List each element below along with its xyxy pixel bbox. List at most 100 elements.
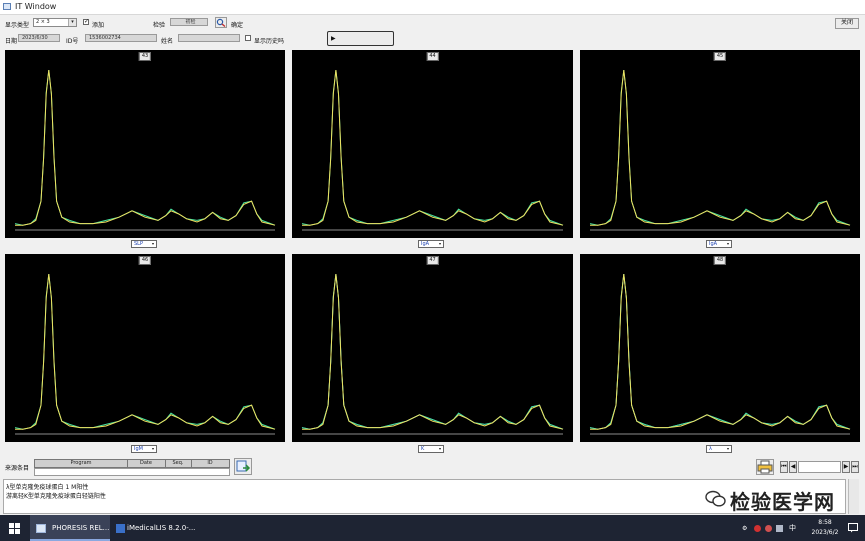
panel-type-select[interactable]: SLP ▾ (131, 240, 157, 248)
name-label: 姓名 (161, 38, 174, 45)
window-icon (3, 3, 11, 10)
printer-icon (757, 460, 773, 474)
search-label: 检验 (153, 22, 166, 29)
panel-number: 43 (138, 52, 152, 61)
tray-time[interactable]: 8:58 (810, 519, 840, 526)
last-page-button[interactable]: ⏭ (851, 461, 859, 473)
play-icon: ▶ (331, 35, 336, 42)
electrophoresis-panel[interactable]: 44 (292, 50, 573, 238)
imedical-icon (116, 524, 125, 533)
tray-date[interactable]: 2023/6/2 (806, 529, 844, 536)
export-button[interactable] (234, 458, 252, 475)
results-label: 来源条目 (5, 465, 30, 472)
trace-line-yellow (590, 273, 851, 430)
date-field[interactable]: 2023/6/30 (18, 34, 60, 42)
panel-number: 48 (713, 256, 727, 265)
electrophoresis-panel[interactable]: 46 (5, 254, 285, 442)
notification-icon[interactable] (848, 523, 858, 533)
panel-number: 44 (426, 52, 439, 61)
panel-number: 46 (138, 256, 152, 265)
panel-type-value: IgA (421, 241, 430, 247)
results-grid-body[interactable] (34, 468, 230, 476)
electrophoresis-panel[interactable]: 48 (580, 254, 860, 442)
trace-plot (301, 69, 564, 231)
trace-plot (14, 69, 276, 231)
trace-plot (589, 273, 851, 435)
panel-type-select[interactable]: IgA ▾ (418, 240, 444, 248)
tray-lang-indicator[interactable]: 中 (789, 523, 796, 533)
page-track[interactable] (798, 461, 841, 473)
print-button[interactable] (756, 459, 774, 475)
panel-type-value: IgM (134, 446, 143, 452)
title-bar: IT Window (0, 0, 865, 15)
next-page-button[interactable]: ▶ (842, 461, 850, 473)
chevron-down-icon: ▾ (438, 241, 441, 246)
panel-type-select[interactable]: λ ▾ (706, 445, 732, 453)
trace-line-yellow (302, 69, 564, 226)
trace-plot (301, 273, 564, 435)
tray-app-icon-red-2[interactable] (765, 525, 772, 532)
window-title: IT Window (15, 2, 57, 11)
search-field[interactable]: 初检 (170, 18, 208, 26)
id-field[interactable]: 1536002734 (85, 34, 157, 42)
taskbar-item-label: iMedicalLIS 8.2.0-... (127, 524, 196, 532)
it-window: IT Window 显示类型 2 × 3 ▾ ✓ 添加 检验 初检 确定 关闭 … (0, 0, 865, 515)
date-label: 日期 (5, 38, 18, 45)
column-header-id[interactable]: ID (191, 460, 229, 467)
chevron-down-icon: ▾ (726, 241, 729, 246)
show-history-checkbox[interactable] (245, 35, 251, 41)
add-checkbox[interactable]: ✓ (83, 19, 89, 25)
windows-start-icon[interactable] (9, 523, 20, 534)
notes-scrollbar[interactable] (848, 479, 859, 514)
panel-type-select[interactable]: IgM ▾ (131, 445, 157, 453)
wechat-icon (705, 490, 726, 507)
panel-type-select[interactable]: K ▾ (418, 445, 444, 453)
trace-plot (14, 273, 276, 435)
search-button[interactable] (215, 17, 227, 28)
prev-page-button[interactable]: ◀ (789, 461, 797, 473)
electrophoresis-panel[interactable]: 47 (292, 254, 573, 442)
display-type-select[interactable]: 2 × 3 ▾ (33, 18, 77, 27)
taskbar-item-label: PHORESIS REL... (52, 524, 110, 532)
trace-line-yellow (590, 69, 851, 226)
chevron-down-icon: ▾ (438, 446, 441, 451)
display-type-label: 显示类型 (5, 22, 30, 29)
panel-number: 45 (713, 52, 727, 61)
name-field[interactable] (178, 34, 240, 42)
trace-line-yellow (302, 273, 564, 430)
play-button[interactable]: ▶ (327, 31, 394, 46)
electrophoresis-panel[interactable]: 45 (580, 50, 860, 238)
note-line-2: 游离轻K型单克隆免疫球蛋白轻链阳性 (6, 493, 106, 500)
column-header-date[interactable]: Date (127, 460, 166, 467)
trace-line-yellow (15, 273, 276, 430)
tray-network-icon[interactable]: ⚙ (742, 525, 747, 532)
panel-type-value: λ (709, 446, 712, 452)
column-header-program[interactable]: Program (35, 460, 128, 467)
display-type-value: 2 × 3 (36, 19, 50, 25)
chevron-down-icon: ▾ (151, 241, 154, 246)
trace-line-yellow (15, 69, 276, 226)
column-header-seq[interactable]: Seq. (165, 460, 192, 467)
watermark-text: 检验医学网 (730, 490, 835, 514)
first-page-button[interactable]: ⏮ (780, 461, 788, 473)
chevron-down-icon: ▾ (726, 446, 729, 451)
panel-number: 47 (426, 256, 439, 265)
tray-monitor-icon[interactable] (776, 525, 783, 532)
trace-plot (589, 69, 851, 231)
id-label: ID号 (66, 38, 79, 45)
taskbar-item-imedical[interactable]: iMedicalLIS 8.2.0-... (113, 515, 198, 541)
panel-type-value: K (421, 446, 425, 452)
note-line-1: λ型单克隆免疫球蛋白 1 M阳性 (6, 484, 89, 491)
magnifier-icon (216, 18, 226, 28)
panel-type-value: SLP (134, 241, 143, 247)
close-button[interactable]: 关闭 (835, 18, 859, 29)
add-label: 添加 (92, 22, 105, 29)
panel-type-value: IgA (709, 241, 718, 247)
app-window-icon (36, 524, 46, 533)
confirm-label[interactable]: 确定 (231, 20, 243, 29)
panel-type-select[interactable]: IgA ▾ (706, 240, 732, 248)
taskbar: PHORESIS REL... iMedicalLIS 8.2.0-... ⚙ … (0, 515, 865, 541)
electrophoresis-panel[interactable]: 43 (5, 50, 285, 238)
chevron-down-icon: ▾ (151, 446, 154, 451)
tray-app-icon-red[interactable] (754, 525, 761, 532)
